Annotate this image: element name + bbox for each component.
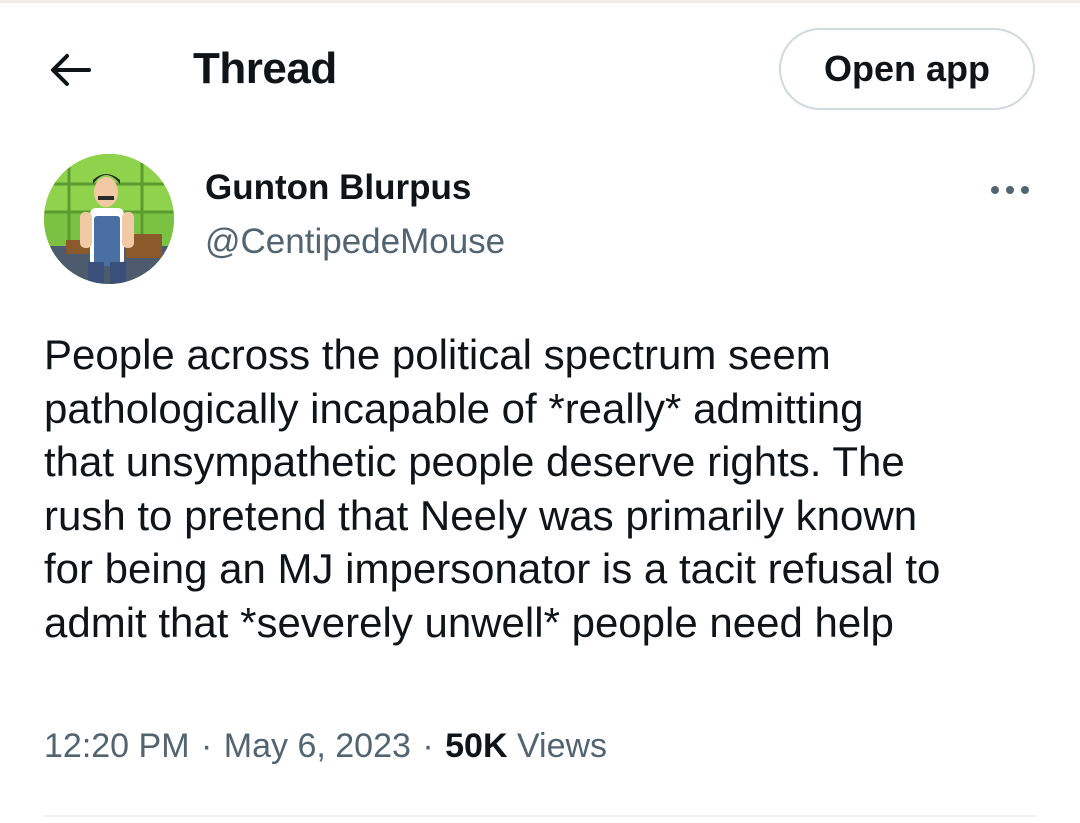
back-button[interactable] [40, 42, 100, 98]
thread-header: Thread Open app [0, 0, 1080, 140]
meta-separator: · [200, 727, 213, 765]
more-horizontal-icon [991, 186, 1029, 194]
page-title: Thread [193, 44, 337, 93]
tweet-time[interactable]: 12:20 PM [44, 727, 190, 765]
divider [44, 815, 1036, 817]
avatar-image [44, 154, 174, 284]
views-count[interactable]: 50K [445, 727, 507, 765]
tweet-date[interactable]: May 6, 2023 [224, 727, 411, 765]
more-options-button[interactable] [985, 170, 1035, 210]
author-name[interactable]: Gunton Blurpus [205, 168, 471, 208]
open-app-button[interactable]: Open app [779, 28, 1035, 110]
tweet-meta: 12:20 PM · May 6, 2023 · 50K Views [44, 724, 607, 768]
author-handle[interactable]: @CentipedeMouse [205, 222, 505, 262]
views-label[interactable]: Views [517, 727, 607, 765]
avatar[interactable] [44, 154, 174, 284]
meta-separator: · [422, 727, 434, 765]
arrow-left-icon [51, 54, 91, 86]
tweet-text: People across the political spectrum see… [44, 331, 941, 646]
